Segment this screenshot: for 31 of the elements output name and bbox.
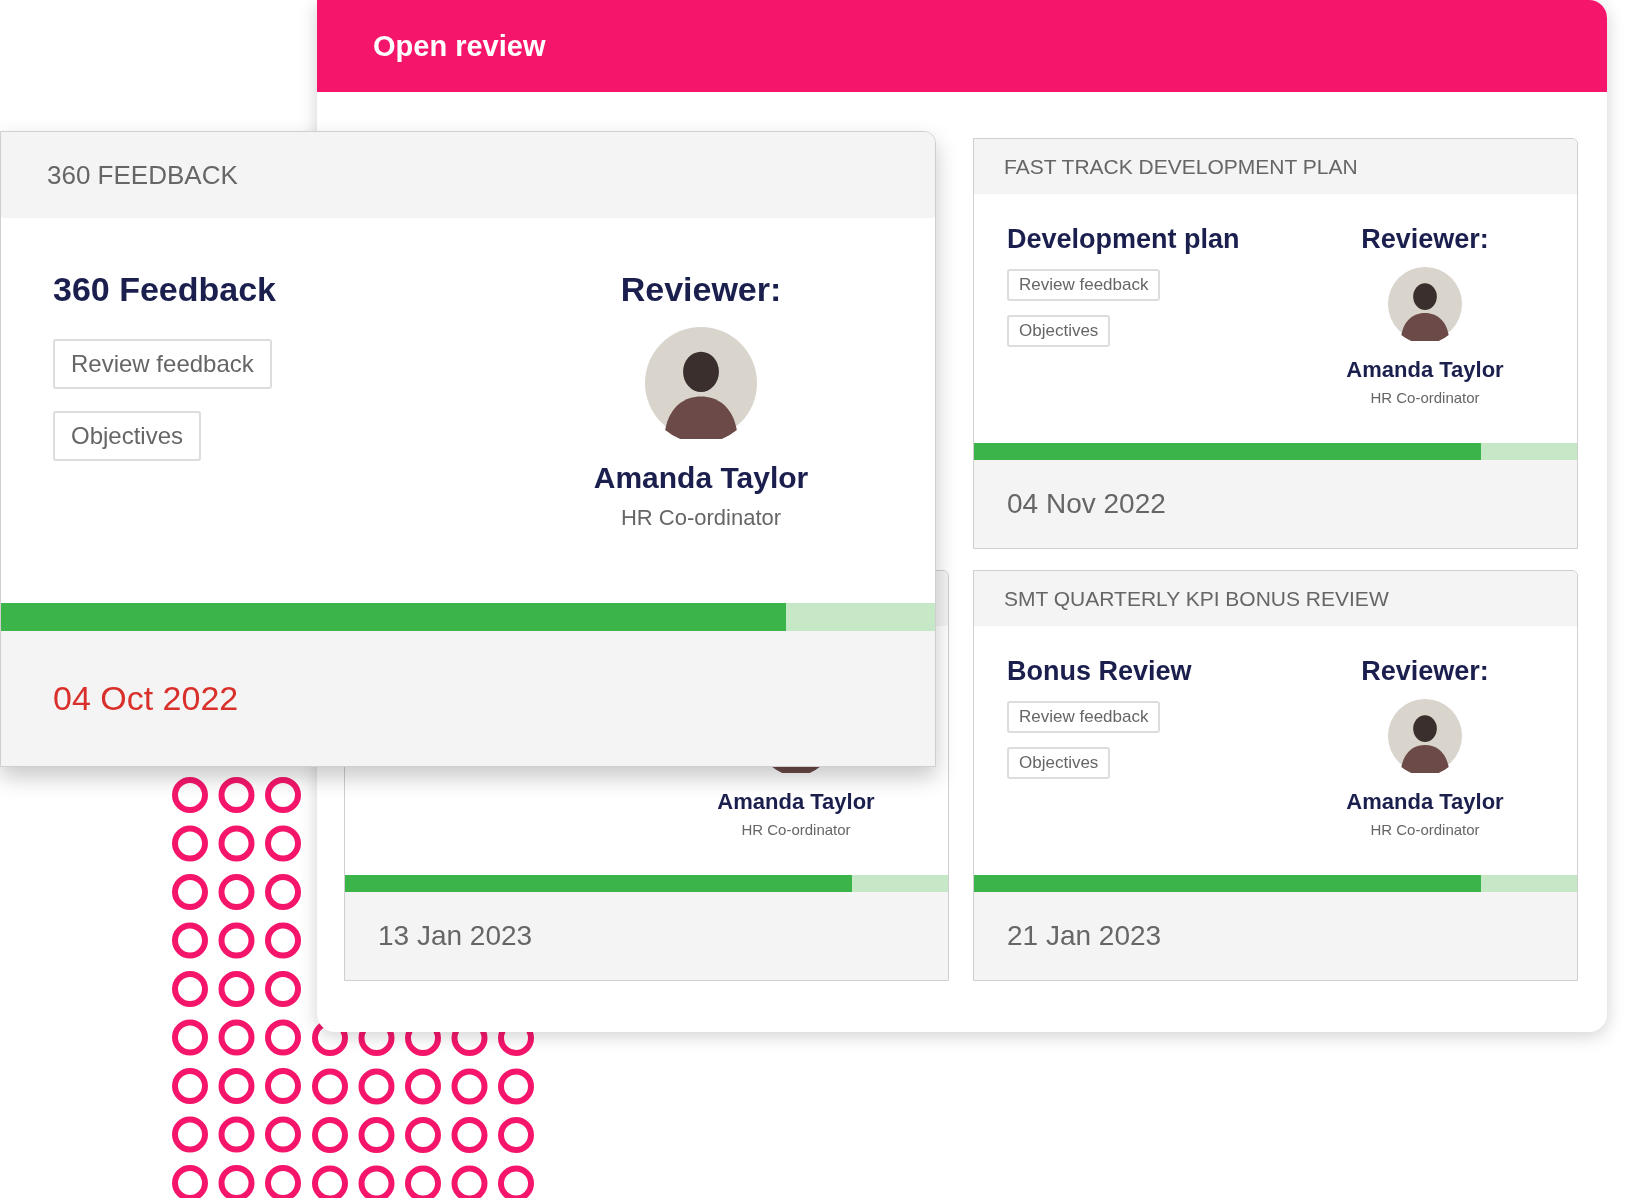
card-title: FAST TRACK DEVELOPMENT PLAN: [1004, 154, 1358, 179]
review-chip-button[interactable]: Objectives: [53, 411, 202, 461]
reviewer-role: HR Co-ordinator: [1370, 389, 1480, 406]
review-heading: Bonus Review: [1007, 656, 1192, 687]
reviewer-name: Amanda Taylor: [717, 789, 875, 815]
card-title: SMT QUARTERLY KPI BONUS REVIEW: [1004, 586, 1389, 611]
reviewer-role: HR Co-ordinator: [1370, 821, 1480, 838]
card-title: 360 FEEDBACK: [47, 159, 238, 191]
due-date: 21 Jan 2023: [1007, 920, 1162, 952]
reviewer-role: HR Co-ordinator: [741, 821, 851, 838]
review-chip-button[interactable]: Review feedback: [1007, 701, 1161, 733]
review-chip-button[interactable]: Objectives: [1007, 747, 1111, 779]
reviewer-name: Amanda Taylor: [1346, 357, 1504, 383]
due-date: 04 Nov 2022: [1007, 488, 1166, 520]
reviewer-name: Amanda Taylor: [1346, 789, 1504, 815]
reviewer-label: Reviewer:: [1361, 656, 1489, 687]
review-chip-button[interactable]: Review feedback: [1007, 269, 1161, 301]
review-heading: 360 Feedback: [53, 270, 277, 309]
reviewer-label: Reviewer:: [1361, 224, 1489, 255]
review-chip-button[interactable]: Objectives: [1007, 315, 1111, 347]
due-date: 04 Oct 2022: [53, 679, 239, 718]
reviewer-role: HR Co-ordinator: [620, 505, 782, 531]
due-date: 13 Jan 2023: [378, 920, 533, 952]
avatar-icon: [1388, 267, 1462, 341]
reviewer-name: Amanda Taylor: [593, 461, 809, 495]
window-title: Open review: [373, 29, 546, 63]
review-heading: Development plan: [1007, 224, 1240, 255]
reviewer-label: Reviewer:: [620, 270, 782, 309]
avatar-icon: [1388, 699, 1462, 773]
review-chip-button[interactable]: Review feedback: [53, 339, 272, 389]
avatar-icon: [645, 327, 757, 439]
